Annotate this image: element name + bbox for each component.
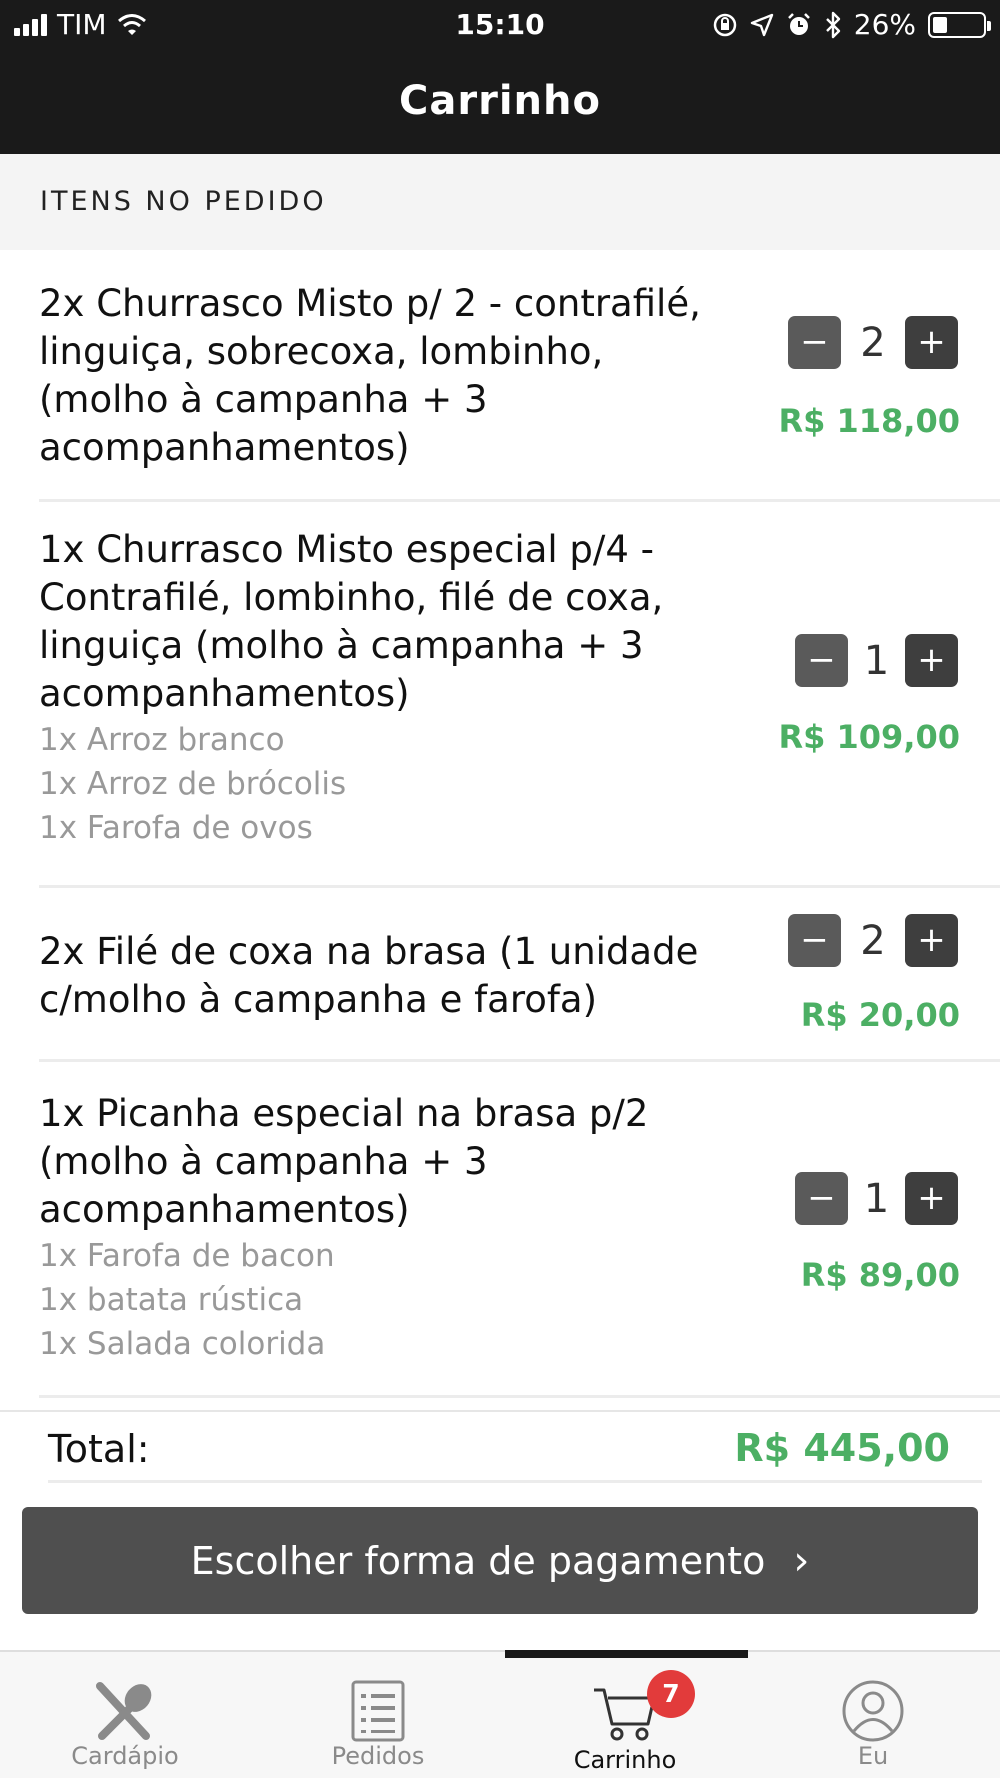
cart-count-badge: 7 xyxy=(647,1670,695,1718)
item-quantity: 2 xyxy=(860,918,886,964)
decrease-quantity-button[interactable]: − xyxy=(788,316,841,369)
choose-payment-button[interactable]: Escolher forma de pagamento › xyxy=(22,1507,978,1614)
location-icon xyxy=(750,13,773,36)
cart-item: 1x Picanha especial na brasa p/2 (molho … xyxy=(0,1062,1000,1398)
quantity-stepper: − 2 + xyxy=(788,914,958,968)
item-price: R$ 20,00 xyxy=(800,996,960,1034)
fork-knife-icon xyxy=(96,1682,152,1740)
orientation-lock-icon xyxy=(713,13,737,36)
decrease-quantity-button[interactable]: − xyxy=(788,914,841,967)
section-title: ITENS NO PEDIDO xyxy=(40,186,327,217)
quantity-stepper: − 1 + xyxy=(795,634,958,688)
battery-icon xyxy=(928,11,991,38)
item-description: 2x Filé de coxa na brasa (1 unidade c/mo… xyxy=(39,928,739,1024)
item-price: R$ 89,00 xyxy=(800,1256,960,1294)
item-price: R$ 109,00 xyxy=(778,718,960,756)
item-name: 1x Picanha especial na brasa p/2 (molho … xyxy=(39,1092,649,1231)
page-title: Carrinho xyxy=(399,78,601,124)
item-option: 1x Farofa de bacon xyxy=(39,1238,335,1274)
item-name: 1x Churrasco Misto especial p/4 - Contra… xyxy=(39,528,664,715)
tab-label: Pedidos xyxy=(331,1742,425,1770)
item-quantity: 2 xyxy=(860,320,886,366)
item-option: 1x Farofa de ovos xyxy=(39,810,313,846)
tab-eu[interactable]: Eu xyxy=(748,1652,998,1778)
list-icon xyxy=(351,1680,405,1742)
battery-percent: 26% xyxy=(853,8,916,41)
tab-carrinho[interactable]: 7 Carrinho xyxy=(500,1652,750,1778)
total-label: Total: xyxy=(48,1427,150,1471)
increase-quantity-button[interactable]: + xyxy=(905,1172,958,1225)
item-name: 2x Filé de coxa na brasa (1 unidade c/mo… xyxy=(39,930,699,1021)
item-divider xyxy=(39,1395,1000,1398)
cart-item: 1x Churrasco Misto especial p/4 - Contra… xyxy=(0,502,1000,888)
tab-cardapio[interactable]: Cardápio xyxy=(0,1652,250,1778)
cart-item: 2x Filé de coxa na brasa (1 unidade c/mo… xyxy=(0,888,1000,1062)
item-quantity: 1 xyxy=(863,1176,890,1222)
item-description: 1x Picanha especial na brasa p/2 (molho … xyxy=(39,1090,739,1366)
cart-item: 2x Churrasco Misto p/ 2 - contrafilé, li… xyxy=(0,250,1000,502)
tab-pedidos[interactable]: Pedidos xyxy=(253,1652,503,1778)
total-divider xyxy=(48,1480,982,1483)
tab-label: Carrinho xyxy=(573,1746,677,1774)
tab-label: Eu xyxy=(857,1742,889,1770)
item-option: 1x Arroz branco xyxy=(39,722,285,758)
status-bar: TIM 15:10 26% xyxy=(0,0,1000,50)
total-value: R$ 445,00 xyxy=(734,1426,950,1470)
item-description: 1x Churrasco Misto especial p/4 - Contra… xyxy=(39,526,739,850)
top-bar: TIM 15:10 26% Carrinho xyxy=(0,0,1000,154)
tab-label: Cardápio xyxy=(71,1742,179,1770)
quantity-stepper: − 1 + xyxy=(795,1172,958,1226)
chevron-right-icon: › xyxy=(793,1537,810,1584)
active-tab-indicator xyxy=(505,1650,748,1658)
decrease-quantity-button[interactable]: − xyxy=(795,634,848,687)
item-option: 1x batata rústica xyxy=(39,1282,304,1318)
decrease-quantity-button[interactable]: − xyxy=(795,1172,848,1225)
increase-quantity-button[interactable]: + xyxy=(905,634,958,687)
item-quantity: 1 xyxy=(863,638,890,684)
increase-quantity-button[interactable]: + xyxy=(905,316,958,369)
tab-bar: Cardápio Pedidos 7 Carrinho Eu xyxy=(0,1650,1000,1778)
choose-payment-label: Escolher forma de pagamento xyxy=(190,1538,766,1583)
section-header: ITENS NO PEDIDO xyxy=(0,154,1000,250)
bluetooth-icon xyxy=(825,11,840,38)
increase-quantity-button[interactable]: + xyxy=(905,914,958,967)
alarm-icon xyxy=(787,12,810,35)
quantity-stepper: − 2 + xyxy=(788,316,958,370)
item-price: R$ 118,00 xyxy=(778,402,960,440)
item-option: 1x Salada colorida xyxy=(39,1326,326,1362)
item-option: 1x Arroz de brócolis xyxy=(39,766,347,802)
total-separator xyxy=(0,1410,1000,1412)
item-description: 2x Churrasco Misto p/ 2 - contrafilé, li… xyxy=(39,280,739,472)
item-name: 2x Churrasco Misto p/ 2 - contrafilé, li… xyxy=(39,282,701,469)
user-icon xyxy=(842,1680,904,1742)
